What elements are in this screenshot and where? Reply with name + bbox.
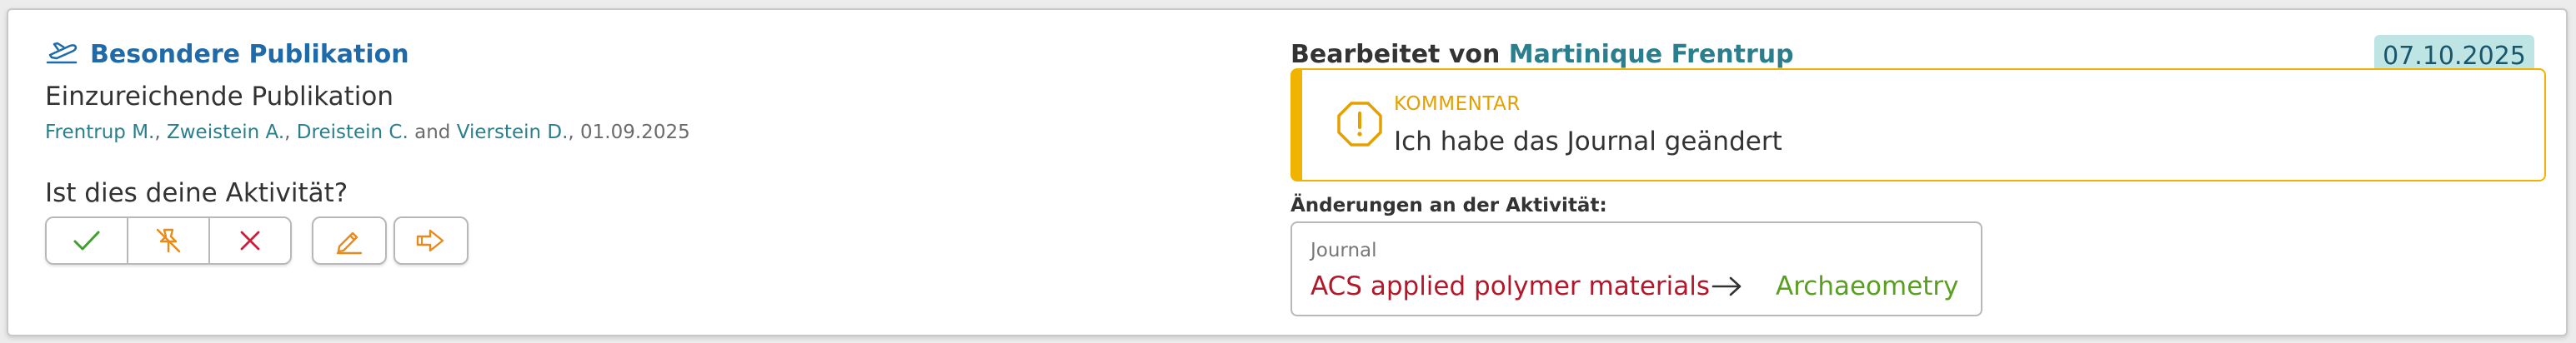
pencil-icon xyxy=(336,231,363,255)
plane-icon xyxy=(45,41,78,69)
author-link[interactable]: Zweistein A. xyxy=(167,122,284,143)
pin-off-icon xyxy=(156,228,181,253)
check-icon xyxy=(73,231,100,251)
author-link[interactable]: Vierstein D. xyxy=(457,122,569,143)
not-mine-button[interactable] xyxy=(127,218,208,263)
edit-button[interactable] xyxy=(312,216,387,265)
change-item: Journal ACS applied polymer materials Ar… xyxy=(1291,221,1982,316)
publication-subtitle: Einzureichende Publikation xyxy=(45,82,394,112)
author-link[interactable]: Frentrup M. xyxy=(45,122,154,143)
reject-button[interactable] xyxy=(208,218,290,263)
ownership-button-group xyxy=(45,216,292,265)
ownership-question: Ist dies deine Aktivität? xyxy=(45,178,348,208)
comment-label: KOMMENTAR xyxy=(1394,93,1521,115)
forward-button[interactable] xyxy=(393,216,469,265)
old-value: ACS applied polymer materials xyxy=(1311,271,1711,301)
author-link[interactable]: Dreistein C. xyxy=(297,122,408,143)
publication-type-label[interactable]: Besondere Publikation xyxy=(90,40,409,69)
comment-box: KOMMENTAR Ich habe das Journal geändert xyxy=(1291,68,2546,181)
edited-by: Bearbeitet von Martinique Frentrup xyxy=(1291,40,1794,69)
activity-card: Besondere Publikation Einzureichende Pub… xyxy=(7,8,2568,336)
arrow-right-icon xyxy=(1711,271,1744,305)
publication-type: Besondere Publikation xyxy=(45,40,409,69)
x-icon xyxy=(240,231,260,251)
new-value: Archaeometry xyxy=(1776,271,1959,301)
changes-title: Änderungen an der Aktivität: xyxy=(1291,195,1607,216)
publication-date: , 01.09.2025 xyxy=(568,122,690,143)
author-list: Frentrup M., Zweistein A., Dreistein C. … xyxy=(45,122,690,143)
change-field-name: Journal xyxy=(1311,240,1377,261)
editor-name[interactable]: Martinique Frentrup xyxy=(1509,40,1794,69)
comment-text: Ich habe das Journal geändert xyxy=(1394,127,1782,157)
confirm-button[interactable] xyxy=(47,218,127,263)
exclamation-octagon-icon xyxy=(1336,100,1384,152)
arrow-right-icon xyxy=(416,229,444,252)
